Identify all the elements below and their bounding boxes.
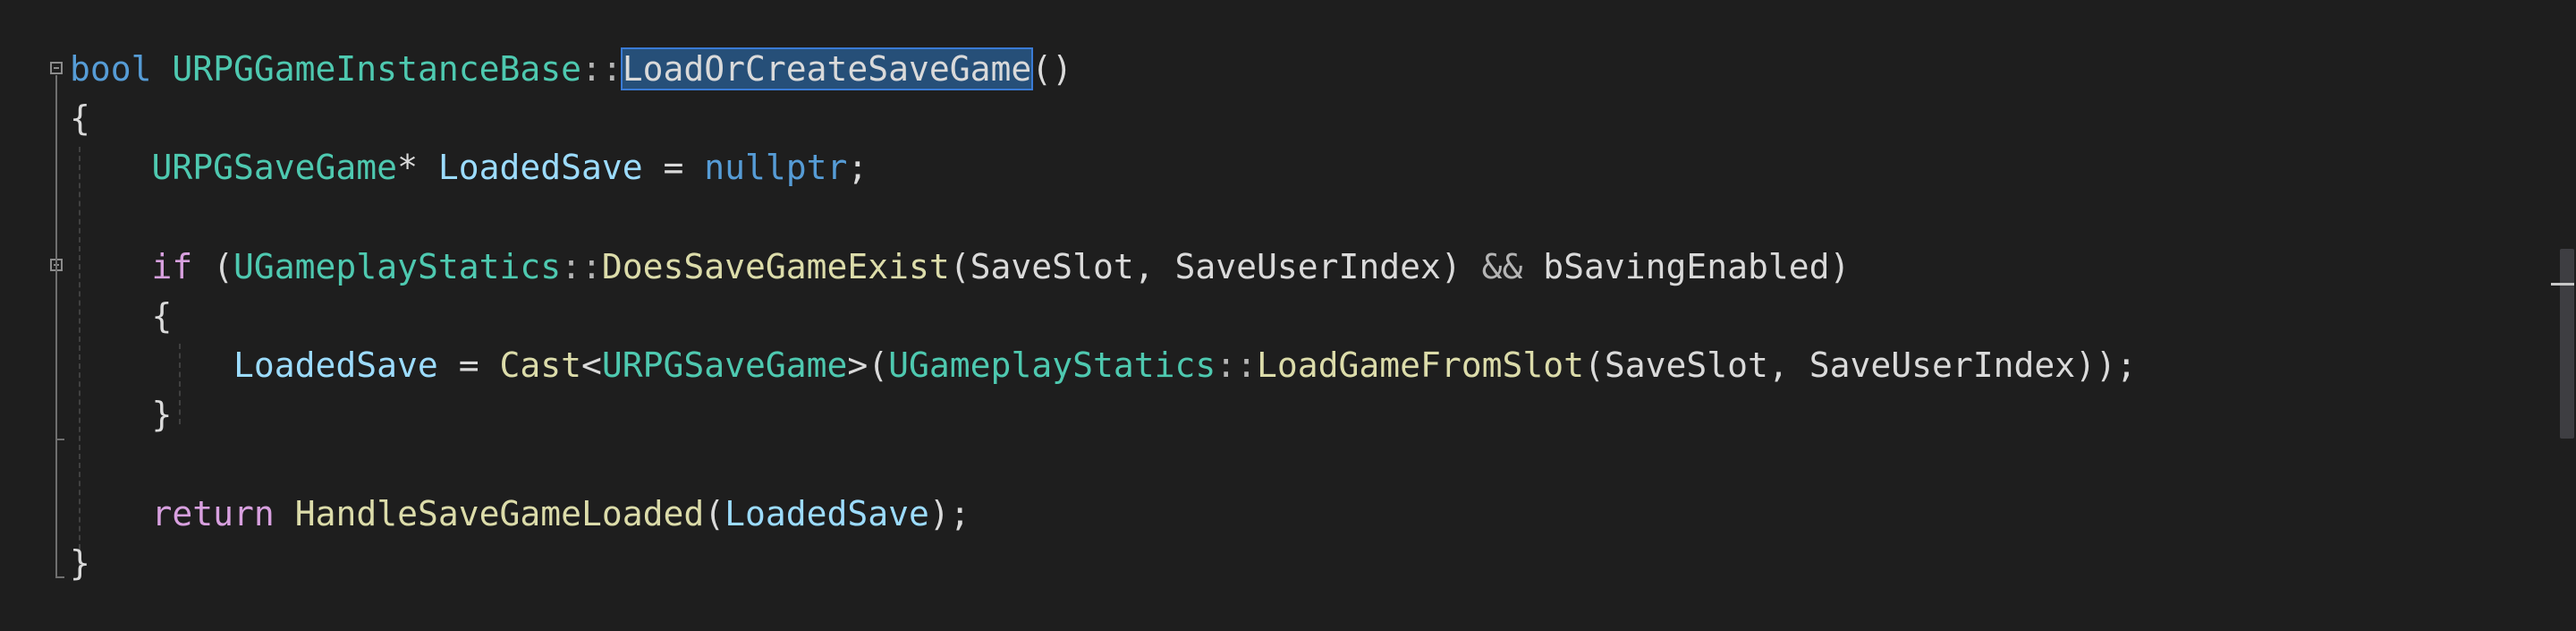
code-token: Cast <box>499 345 581 386</box>
code-token: ( <box>192 246 234 286</box>
code-token: :: <box>1216 345 1257 386</box>
collapse-icon[interactable] <box>50 62 63 74</box>
code-token: && <box>1481 246 1523 286</box>
code-token: } <box>70 542 90 583</box>
fold-region-line <box>55 75 57 576</box>
code-token: () <box>1031 49 1073 89</box>
code-token: (SaveSlot, SaveUserIndex)); <box>1584 345 2137 386</box>
vertical-scrollbar[interactable] <box>2549 0 2576 631</box>
code-token: HandleSaveGameLoaded <box>294 493 705 533</box>
code-line[interactable]: { <box>70 293 2137 342</box>
code-token: (SaveSlot, SaveUserIndex) <box>949 246 1482 286</box>
code-token: :: <box>580 49 623 89</box>
code-token: LoadGameFromSlot <box>1256 345 1585 386</box>
code-token: bSavingEnabled) <box>1522 246 1851 286</box>
fold-region-end <box>55 439 64 440</box>
code-token: UGameplayStatics <box>233 246 562 286</box>
code-line[interactable]: bool URPGGameInstanceBase::LoadOrCreateS… <box>70 46 2137 95</box>
code-line[interactable]: LoadedSave = Cast<URPGSaveGame>(UGamepla… <box>70 342 2137 391</box>
code-editor[interactable]: bool URPGGameInstanceBase::LoadOrCreateS… <box>0 0 2576 631</box>
code-token: < <box>580 345 602 386</box>
code-line[interactable]: { <box>70 95 2137 144</box>
code-line[interactable]: } <box>70 391 2137 440</box>
code-token: LoadedSave <box>233 345 438 386</box>
caret-position-marker <box>2551 283 2574 286</box>
code-line[interactable]: } <box>70 540 2137 589</box>
code-token: :: <box>561 246 602 286</box>
code-text-area[interactable]: bool URPGGameInstanceBase::LoadOrCreateS… <box>70 46 2137 589</box>
code-token: * <box>397 148 438 188</box>
code-line[interactable]: return HandleSaveGameLoaded(LoadedSave); <box>70 490 2137 540</box>
code-token: LoadedSave <box>437 148 643 188</box>
fold-region-end <box>55 576 64 578</box>
scrollbar-thumb[interactable] <box>2560 249 2574 439</box>
code-line[interactable] <box>70 194 2137 243</box>
code-token: ; <box>847 148 869 188</box>
code-token: ( <box>704 493 725 533</box>
code-line[interactable]: URPGSaveGame* LoadedSave = nullptr; <box>70 144 2137 193</box>
code-token: } <box>70 395 173 435</box>
code-line[interactable] <box>70 441 2137 490</box>
code-token: { <box>70 98 90 139</box>
code-token: nullptr <box>704 148 848 188</box>
fold-gutter <box>0 0 70 631</box>
code-token: LoadedSave <box>724 493 929 533</box>
code-token: URPGSaveGame <box>601 345 848 386</box>
selected-identifier: LoadOrCreateSaveGame <box>620 47 1034 90</box>
code-token: if <box>151 246 193 286</box>
code-token: URPGSaveGame <box>151 148 398 188</box>
code-line[interactable]: if (UGameplayStatics::DoesSaveGameExist(… <box>70 243 2137 293</box>
code-token: bool <box>70 49 152 89</box>
code-token: ); <box>928 493 970 533</box>
code-token: = <box>437 345 500 386</box>
code-token: { <box>70 295 173 336</box>
code-token: URPGGameInstanceBase <box>172 49 581 89</box>
code-token: = <box>642 148 705 188</box>
code-token: DoesSaveGameExist <box>601 246 950 286</box>
code-token: >( <box>847 345 889 386</box>
code-token: return <box>151 493 275 533</box>
code-token: UGameplayStatics <box>888 345 1216 386</box>
